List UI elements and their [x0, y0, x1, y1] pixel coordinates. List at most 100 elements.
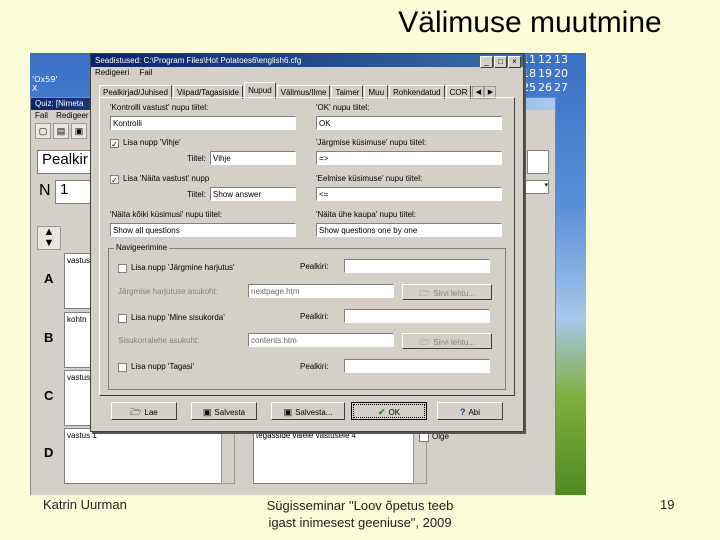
ok-caption-label: 'OK' nupu tiitel:	[316, 103, 370, 112]
correct-checkbox-label: Olge	[432, 432, 449, 442]
dialog-title: Seadistused: C:\Program Files\Hot Potato…	[95, 56, 302, 65]
ok-button-label: OK	[388, 408, 401, 417]
footer-author: Katrin Uurman	[43, 497, 127, 512]
prev-caption-input[interactable]: <=	[316, 187, 502, 201]
dialog-menu-file[interactable]: Fail	[139, 68, 152, 77]
desktop-label: X	[32, 84, 38, 93]
bg-field-right[interactable]	[527, 150, 549, 174]
save-button[interactable]: ▣ Salvesta	[191, 402, 257, 420]
save-icon[interactable]: ▣	[71, 123, 87, 139]
sort-arrows-icon[interactable]: ▲ ▼	[37, 226, 61, 250]
feedback-box-d[interactable]: tegasside valele vastusele 4	[253, 428, 417, 484]
nav-next-checkbox-label: Lisa nupp 'Järgmine harjutus'	[131, 263, 235, 272]
floppy-disk-icon: ▣	[283, 407, 293, 417]
save-as-button[interactable]: ▣ Salvesta...	[271, 402, 345, 420]
footer-event-line2: igast inimesest geeniuse", 2009	[268, 515, 452, 530]
desktop-label: 'Ox59'	[32, 75, 58, 84]
nav-back-caption-label: Pealkiri:	[300, 362, 329, 371]
cal-day: 19	[538, 67, 552, 80]
hint-caption-input[interactable]: Vihje	[210, 151, 296, 165]
cal-day: 13	[554, 53, 568, 66]
nav-next-checkbox[interactable]	[118, 264, 127, 273]
nav-contents-checkbox-label: Lisa nupp 'Mine sisukorda'	[131, 313, 225, 322]
correct-checkbox-d[interactable]: Olge	[419, 432, 449, 442]
close-icon[interactable]: ×	[508, 56, 521, 68]
nav-contents-checkbox[interactable]	[118, 314, 127, 323]
load-button[interactable]: 🗁 Lae	[111, 402, 177, 420]
floppy-disk-icon: ▣	[202, 407, 212, 417]
save-button-label: Salvesta	[214, 408, 246, 417]
load-button-label: Lae	[144, 408, 158, 417]
checkbox-icon[interactable]	[419, 432, 429, 442]
nav-back-caption-input[interactable]	[344, 359, 490, 373]
maximize-icon[interactable]: □	[494, 56, 507, 68]
answer-letter-b: B	[44, 330, 54, 345]
show-answer-caption-input[interactable]: Show answer	[210, 187, 296, 201]
next-caption-input[interactable]: =>	[316, 151, 502, 165]
help-button-label: Abi	[468, 408, 481, 417]
show-all-caption-input[interactable]: Show all questions	[110, 223, 296, 237]
cal-day: 12	[538, 53, 552, 66]
browse-contents-button-label: Sirvi lehtu...	[433, 338, 475, 347]
bg-menu-file[interactable]: Fail	[35, 111, 48, 120]
cal-day: 27	[554, 81, 568, 94]
browse-next-button[interactable]: 🗁 Sirvi lehtu...	[402, 284, 492, 300]
answer-letter-a: A	[44, 271, 54, 286]
nav-contents-url-input[interactable]: contents.htm	[248, 333, 394, 347]
nav-back-checkbox-label: Lisa nupp 'Tagasi'	[131, 362, 195, 371]
show-all-caption-label: 'Näita kõiki küsimusi' nupu tiitel:	[110, 210, 222, 219]
answer-letter-c: C	[44, 388, 54, 403]
next-caption-label: 'Järgmise küsimuse' nupu tiitel:	[316, 138, 427, 147]
nav-next-caption-label: Pealkiri:	[300, 262, 329, 271]
buttons-panel: 'Kontrolli vastust' nupu tiitel: Kontrol…	[99, 97, 515, 396]
help-button[interactable]: ? Abi	[437, 402, 503, 420]
show-answer-checkbox[interactable]: ✓	[110, 175, 119, 185]
answer-letter-d: D	[44, 445, 54, 460]
answer-box-d[interactable]: vastus 1	[64, 428, 226, 484]
bg-menu-edit[interactable]: Redigeer	[56, 111, 88, 120]
new-file-icon[interactable]: ▢	[35, 123, 51, 139]
browse-contents-button[interactable]: 🗁 Sirvi lehtu...	[402, 333, 492, 349]
desktop-calendar: 11 12 13 18 19 20 25 26 27	[520, 53, 586, 95]
ok-caption-input[interactable]: OK	[316, 116, 502, 130]
browse-next-button-label: Sirvi lehtu...	[433, 289, 475, 298]
check-caption-label: 'Kontrolli vastust' nupu tiitel:	[110, 103, 209, 112]
navigation-group-title: Navigeerimine	[114, 243, 170, 252]
hint-checkbox-label: Lisa nupp 'Vihje'	[123, 138, 181, 147]
show-answer-title-label: Tiitel:	[187, 190, 206, 199]
cal-day: 26	[538, 81, 552, 94]
folder-icon: 🗁	[419, 288, 431, 298]
bg-title-field[interactable]: Pealkir	[37, 150, 93, 174]
nav-next-url-input[interactable]: nextpage.htm	[248, 284, 394, 298]
bg-question-number-label: N	[39, 182, 51, 199]
show-one-caption-input[interactable]: Show questions one by one	[316, 223, 502, 237]
open-folder-icon[interactable]: ▤	[53, 123, 69, 139]
dialog-titlebar: Seadistused: C:\Program Files\Hot Potato…	[91, 54, 523, 68]
nav-back-checkbox[interactable]	[118, 363, 127, 372]
check-caption-input[interactable]: Kontrolli	[110, 116, 296, 130]
footer-event: Sügisseminar "Loov õpetus teeb igast ini…	[250, 497, 470, 531]
hint-title-label: Tiitel:	[187, 154, 206, 163]
nav-contents-caption-input[interactable]	[344, 309, 490, 323]
page-number: 19	[660, 497, 675, 512]
cal-day: 20	[554, 67, 568, 80]
show-one-caption-label: 'Näita ühe kaupa' nupu tiitel:	[316, 210, 417, 219]
nav-contents-url-label: Sisukorralehe asukoht:	[118, 336, 200, 345]
save-as-button-label: Salvesta...	[295, 408, 333, 417]
nav-next-caption-input[interactable]	[344, 259, 490, 273]
help-icon: ?	[459, 407, 466, 417]
hint-checkbox[interactable]: ✓	[110, 139, 119, 149]
bg-question-number-field[interactable]: 1	[55, 180, 93, 204]
dialog-menubar: Redigeeri Fail	[91, 67, 523, 78]
open-folder-icon: 🗁	[130, 407, 142, 417]
dialog-menu-edit[interactable]: Redigeeri	[95, 68, 129, 77]
screenshot-area: 11 12 13 18 19 20 25 26 27 'Ox59' X Quiz: [Nim…	[30, 53, 586, 495]
footer-event-line1: Sügisseminar "Loov õpetus teeb	[266, 498, 454, 513]
ok-button[interactable]: ✔ OK	[351, 402, 427, 420]
slide-title: Välimuse muutmine	[398, 6, 662, 39]
folder-icon: 🗁	[419, 337, 431, 347]
dialog-tabs: Pealkirjad/Juhised Viipad/Tagasiside Nupud…	[99, 81, 497, 99]
minimize-icon[interactable]: _	[480, 56, 493, 68]
answer-scrollbar[interactable]	[221, 428, 235, 484]
show-answer-checkbox-label: Lisa 'Näita vastust' nupp	[123, 174, 210, 183]
